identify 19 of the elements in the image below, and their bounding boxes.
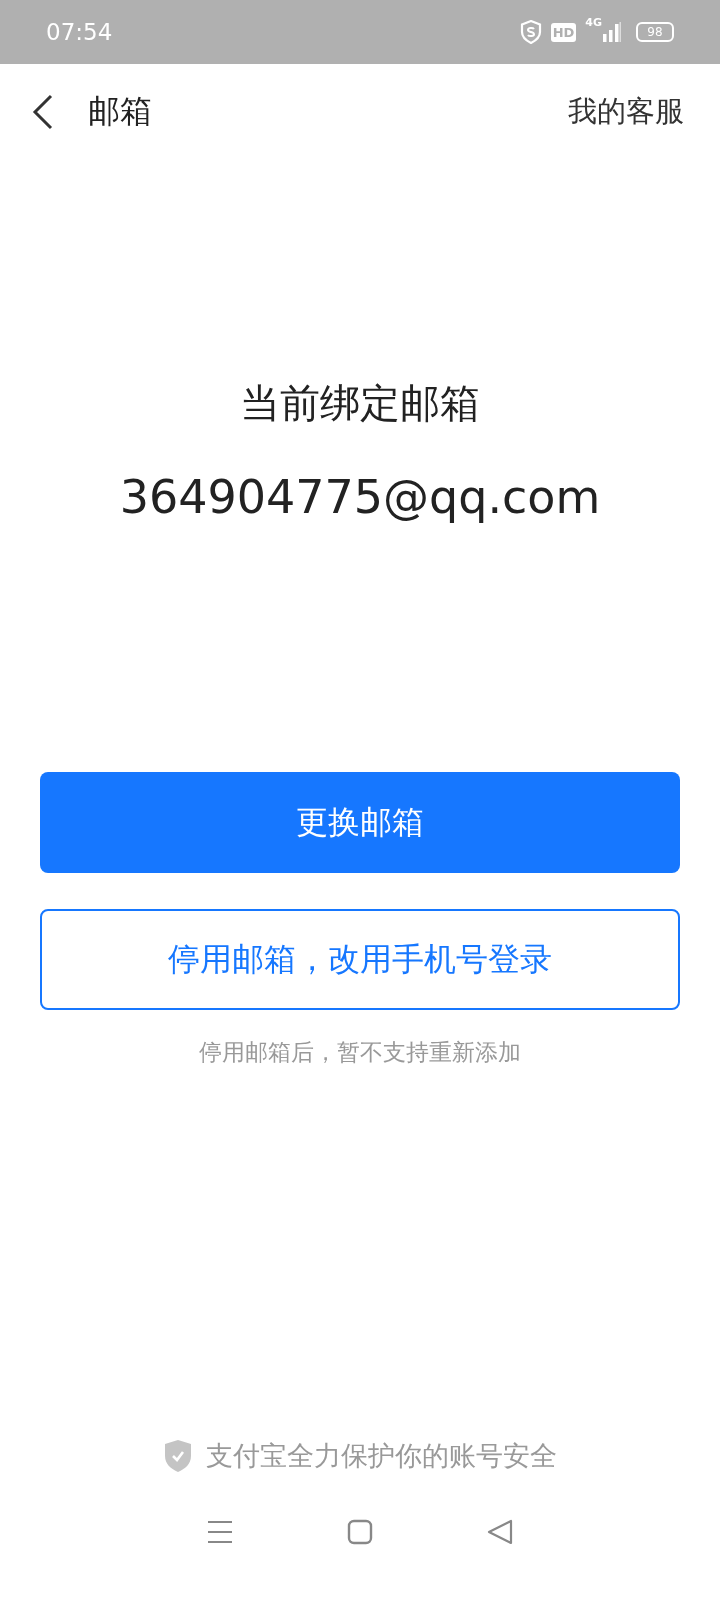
back-triangle-icon[interactable] (487, 1519, 513, 1545)
disable-email-button[interactable]: 停用邮箱，改用手机号登录 (40, 909, 680, 1010)
security-notice: 支付宝全力保护你的账号安全 (205, 1439, 557, 1473)
change-email-button[interactable]: 更换邮箱 (40, 772, 680, 873)
network-label: 4G (585, 16, 602, 29)
page-title: 邮箱 (88, 91, 152, 132)
signal-icon (603, 22, 621, 42)
back-icon[interactable] (32, 94, 54, 130)
status-time: 07:54 (46, 19, 113, 45)
bound-email-label: 当前绑定邮箱 (240, 379, 480, 428)
email-address: 364904775@qq.com (119, 469, 601, 525)
note-text: 停用邮箱后，暂不支持重新添加 (199, 1038, 521, 1067)
battery-level: 98 (647, 26, 663, 38)
shield-check-icon (163, 1439, 192, 1473)
customer-service-link[interactable]: 我的客服 (568, 92, 684, 132)
hd-badge: HD (550, 22, 577, 42)
menu-icon[interactable] (207, 1519, 233, 1545)
home-icon[interactable] (347, 1519, 373, 1545)
shield-icon (519, 20, 542, 44)
